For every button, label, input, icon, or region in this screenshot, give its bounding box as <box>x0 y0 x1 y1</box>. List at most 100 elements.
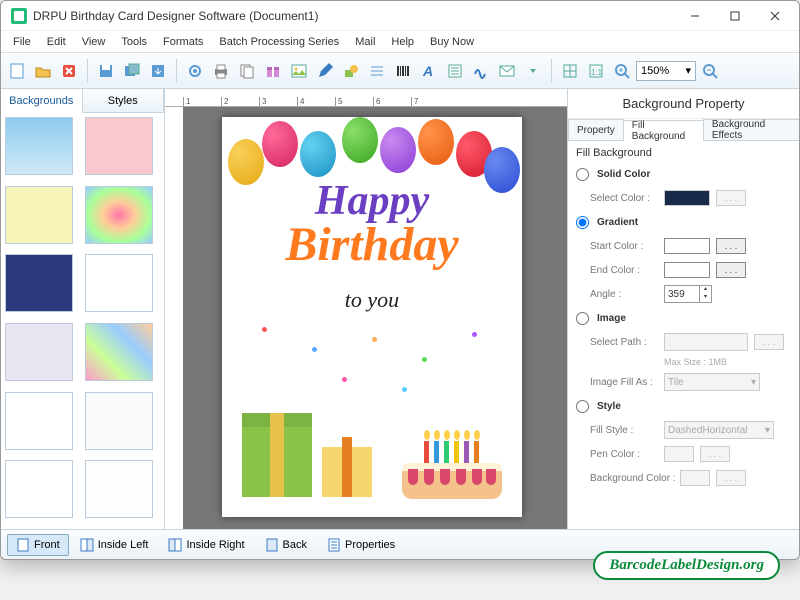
bg-thumb[interactable] <box>5 392 73 450</box>
minimize-button[interactable] <box>675 1 715 31</box>
color-picker-button[interactable]: . . . <box>700 446 730 462</box>
barcode-icon[interactable] <box>391 59 415 83</box>
option-image[interactable]: Image <box>576 307 791 329</box>
tab-front[interactable]: Front <box>7 534 69 556</box>
pen-icon[interactable] <box>313 59 337 83</box>
app-icon <box>11 8 27 24</box>
zoom-select[interactable]: 150%▾ <box>636 61 696 81</box>
bg-thumb[interactable] <box>85 254 153 312</box>
maximize-button[interactable] <box>715 1 755 31</box>
tab-styles[interactable]: Styles <box>83 89 165 112</box>
tab-fill-background[interactable]: Fill Background <box>623 120 704 141</box>
bg-thumb[interactable] <box>85 186 153 244</box>
color-picker-button[interactable]: . . . <box>716 262 746 278</box>
image-icon[interactable] <box>287 59 311 83</box>
label-start-color: Start Color : <box>576 241 664 252</box>
start-color-swatch[interactable] <box>664 238 710 254</box>
label-select-color: Select Color : <box>576 193 664 204</box>
list-icon[interactable] <box>443 59 467 83</box>
option-solid-color[interactable]: Solid Color <box>576 163 791 185</box>
zoom-in-icon[interactable] <box>610 59 634 83</box>
copy-icon[interactable] <box>235 59 259 83</box>
image-path-field[interactable] <box>664 333 748 351</box>
tab-properties[interactable]: Properties <box>318 534 404 556</box>
save-icon[interactable] <box>94 59 118 83</box>
window-title: DRPU Birthday Card Designer Software (Do… <box>33 9 675 23</box>
angle-stepper[interactable]: 359▴▾ <box>664 285 712 303</box>
card-design[interactable]: Happy Birthday to you <box>222 117 522 517</box>
canvas-stage[interactable]: Happy Birthday to you <box>183 107 567 529</box>
color-picker-button[interactable]: . . . <box>716 190 746 206</box>
gift-box-icon <box>242 427 312 497</box>
app-window: DRPU Birthday Card Designer Software (Do… <box>0 0 800 560</box>
tab-inside-right[interactable]: Inside Right <box>159 534 253 556</box>
color-picker-button[interactable]: . . . <box>716 470 746 486</box>
menu-mail[interactable]: Mail <box>347 34 383 50</box>
settings-icon[interactable] <box>183 59 207 83</box>
tab-back[interactable]: Back <box>256 534 316 556</box>
menu-help[interactable]: Help <box>383 34 422 50</box>
text-icon[interactable]: A <box>417 59 441 83</box>
card-text-toyou: to you <box>222 287 522 313</box>
end-color-swatch[interactable] <box>664 262 710 278</box>
watermark: BarcodeLabelDesign.org <box>593 551 780 580</box>
shape-icon[interactable] <box>339 59 363 83</box>
menu-edit[interactable]: Edit <box>39 34 74 50</box>
bg-thumb[interactable] <box>5 254 73 312</box>
tab-backgrounds[interactable]: Backgrounds <box>1 89 83 113</box>
export-icon[interactable] <box>146 59 170 83</box>
right-panel-title: Background Property <box>568 89 799 119</box>
signature-icon[interactable] <box>469 59 493 83</box>
menu-batch[interactable]: Batch Processing Series <box>211 34 347 50</box>
menu-view[interactable]: View <box>74 34 114 50</box>
right-tabs: Property Fill Background Background Effe… <box>568 119 799 141</box>
menu-file[interactable]: File <box>5 34 39 50</box>
browse-button[interactable]: . . . <box>754 334 784 350</box>
label-select-path: Select Path : <box>576 337 664 348</box>
zoom-out-icon[interactable] <box>698 59 722 83</box>
close-button[interactable] <box>755 1 795 31</box>
grid-icon[interactable] <box>558 59 582 83</box>
close-file-icon[interactable] <box>57 59 81 83</box>
solid-color-swatch[interactable] <box>664 190 710 206</box>
zoom-value: 150% <box>641 65 669 77</box>
option-style[interactable]: Style <box>576 395 791 417</box>
menu-buy[interactable]: Buy Now <box>422 34 482 50</box>
save-as-icon[interactable] <box>120 59 144 83</box>
fit-icon[interactable]: 1:1 <box>584 59 608 83</box>
menubar: File Edit View Tools Formats Batch Proce… <box>1 31 799 53</box>
bg-thumb[interactable] <box>5 117 73 175</box>
label-pen-color: Pen Color : <box>576 449 664 460</box>
tab-background-effects[interactable]: Background Effects <box>703 119 799 140</box>
tab-property[interactable]: Property <box>568 119 624 140</box>
fill-background-panel: Fill Background Solid Color Select Color… <box>568 141 799 529</box>
menu-formats[interactable]: Formats <box>155 34 211 50</box>
new-icon[interactable] <box>5 59 29 83</box>
bg-color-swatch[interactable] <box>680 470 710 486</box>
print-icon[interactable] <box>209 59 233 83</box>
align-icon[interactable] <box>365 59 389 83</box>
bg-thumb[interactable] <box>85 460 153 518</box>
gift-icon[interactable] <box>261 59 285 83</box>
fill-style-select[interactable]: DashedHorizontal▾ <box>664 421 774 439</box>
color-picker-button[interactable]: . . . <box>716 238 746 254</box>
pen-color-swatch[interactable] <box>664 446 694 462</box>
bg-thumb[interactable] <box>5 460 73 518</box>
dropdown-icon[interactable] <box>521 59 545 83</box>
bg-thumb[interactable] <box>85 117 153 175</box>
bg-thumb[interactable] <box>5 323 73 381</box>
option-gradient[interactable]: Gradient <box>576 211 791 233</box>
image-fill-select[interactable]: Tile▾ <box>664 373 760 391</box>
mail-icon[interactable] <box>495 59 519 83</box>
label-max-size: Max Size : 1MB <box>664 357 727 367</box>
svg-text:1:1: 1:1 <box>591 68 603 77</box>
main-area: Backgrounds Styles 1234567 <box>1 89 799 529</box>
menu-tools[interactable]: Tools <box>113 34 155 50</box>
open-icon[interactable] <box>31 59 55 83</box>
tab-inside-left[interactable]: Inside Left <box>71 534 158 556</box>
bg-thumb[interactable] <box>85 323 153 381</box>
background-thumbnails <box>1 113 164 529</box>
toolbar: A 1:1 150%▾ <box>1 53 799 89</box>
bg-thumb[interactable] <box>5 186 73 244</box>
bg-thumb[interactable] <box>85 392 153 450</box>
